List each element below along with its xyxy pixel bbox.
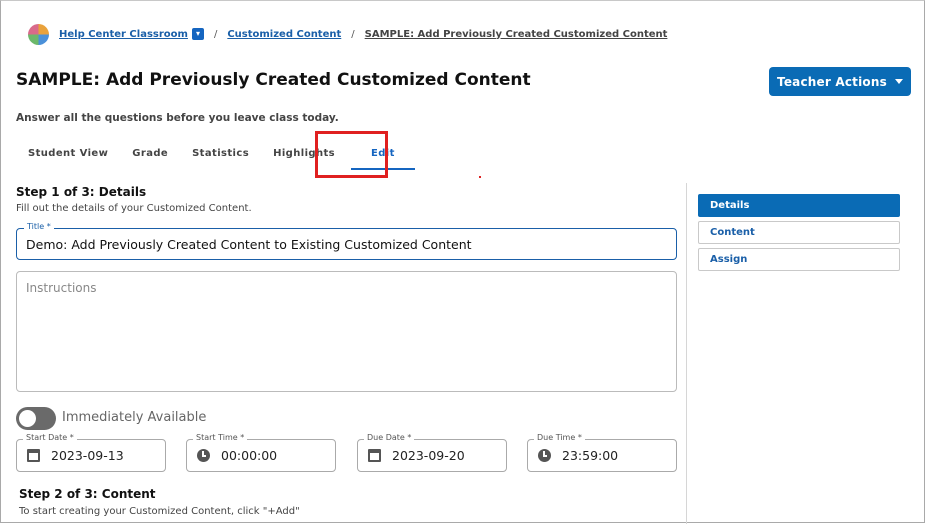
chevron-down-icon[interactable]: ▾ — [191, 28, 204, 40]
toggle-knob — [19, 410, 36, 427]
tab-grade[interactable]: Grade — [120, 140, 180, 170]
immediately-available-label: Immediately Available — [62, 410, 207, 425]
due-date-field[interactable]: Due Date * 2023-09-20 — [357, 433, 507, 472]
instructions-field[interactable]: Instructions — [16, 271, 677, 392]
instructions-placeholder: Instructions — [26, 281, 97, 295]
start-date-field[interactable]: Start Date * 2023-09-13 — [16, 433, 166, 472]
breadcrumb-separator: / — [351, 28, 355, 40]
breadcrumb-section-link[interactable]: Customized Content — [227, 29, 341, 40]
side-nav-content[interactable]: Content — [698, 221, 900, 244]
side-nav-details[interactable]: Details — [698, 194, 900, 217]
start-date-value[interactable]: 2023-09-13 — [51, 448, 124, 463]
breadcrumb: Help Center Classroom ▾ / Customized Con… — [28, 22, 667, 46]
due-time-label: Due Time * — [534, 433, 585, 442]
calendar-icon[interactable] — [27, 449, 40, 462]
start-time-value[interactable]: 00:00:00 — [221, 448, 277, 463]
immediately-available-toggle[interactable] — [16, 407, 56, 430]
start-time-label: Start Time * — [193, 433, 248, 442]
step2-description: To start creating your Customized Conten… — [19, 506, 300, 517]
step2-heading: Step 2 of 3: Content — [19, 487, 156, 501]
title-field-label: Title * — [24, 222, 54, 231]
column-divider — [686, 183, 687, 524]
annotation-dot — [479, 176, 481, 178]
due-date-value[interactable]: 2023-09-20 — [392, 448, 465, 463]
step1-heading: Step 1 of 3: Details — [16, 185, 147, 199]
teacher-actions-label: Teacher Actions — [777, 74, 887, 89]
teacher-actions-button[interactable]: Teacher Actions — [769, 67, 911, 96]
title-field[interactable]: Title * Demo: Add Previously Created Con… — [16, 222, 677, 260]
tab-statistics[interactable]: Statistics — [180, 140, 261, 170]
side-nav-assign[interactable]: Assign — [698, 248, 900, 271]
step1-description: Fill out the details of your Customized … — [16, 203, 252, 214]
start-time-field[interactable]: Start Time * 00:00:00 — [186, 433, 336, 472]
annotation-highlight-box — [315, 131, 388, 178]
start-date-label: Start Date * — [23, 433, 77, 442]
clock-icon[interactable] — [197, 449, 210, 462]
calendar-icon[interactable] — [368, 449, 381, 462]
due-time-field[interactable]: Due Time * 23:59:00 — [527, 433, 677, 472]
tab-student-view[interactable]: Student View — [16, 140, 120, 170]
caret-down-icon — [894, 79, 903, 84]
clock-icon[interactable] — [538, 449, 551, 462]
breadcrumb-class-link[interactable]: Help Center Classroom — [59, 29, 188, 40]
page-subtitle: Answer all the questions before you leav… — [16, 112, 339, 124]
title-field-value[interactable]: Demo: Add Previously Created Content to … — [26, 237, 472, 252]
breadcrumb-current[interactable]: SAMPLE: Add Previously Created Customize… — [365, 29, 668, 40]
due-time-value[interactable]: 23:59:00 — [562, 448, 618, 463]
due-date-label: Due Date * — [364, 433, 415, 442]
breadcrumb-separator: / — [213, 28, 218, 40]
page-title: SAMPLE: Add Previously Created Customize… — [16, 70, 531, 90]
class-logo-icon — [28, 23, 49, 45]
